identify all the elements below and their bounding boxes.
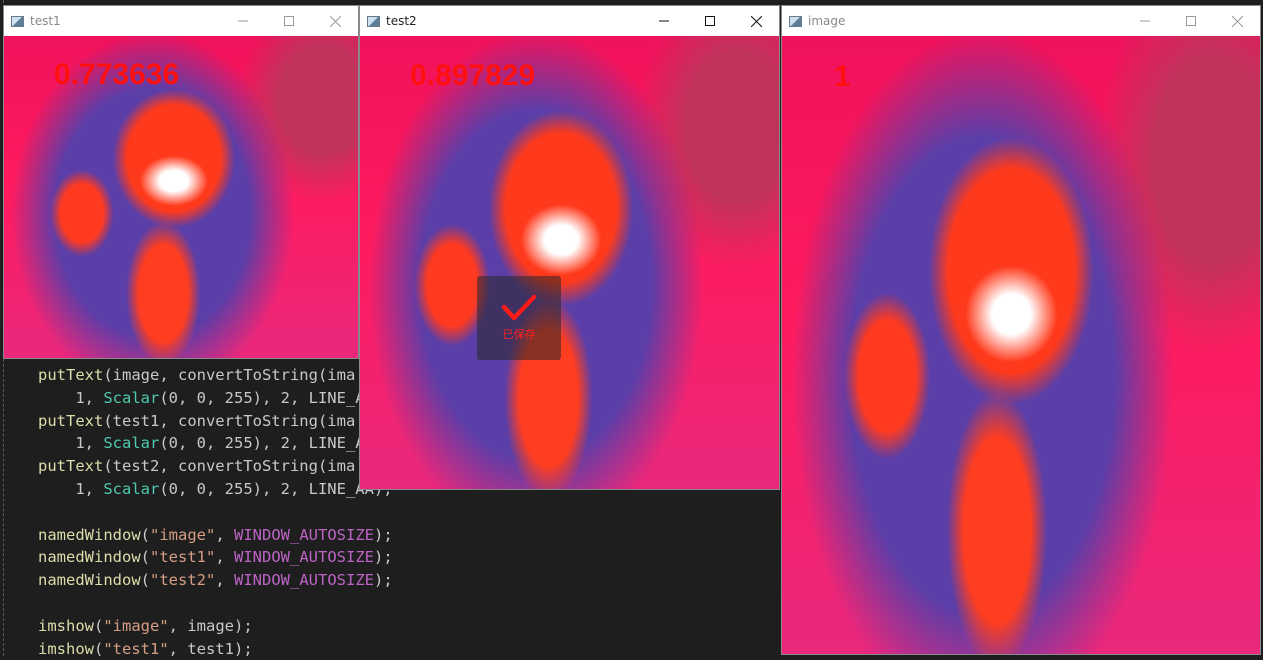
photo	[360, 36, 779, 489]
code-line[interactable]: 1, Scalar(0, 0, 255), 2, LINE_A	[38, 387, 393, 410]
code-token: ,	[215, 525, 234, 544]
code-token: (	[140, 525, 150, 544]
code-token: namedWindow	[38, 548, 141, 567]
code-line[interactable]	[38, 501, 393, 524]
window-image[interactable]: image 1	[781, 5, 1261, 655]
minimize-button[interactable]	[1122, 6, 1168, 36]
window-title: image	[808, 14, 846, 28]
close-button[interactable]	[312, 6, 358, 36]
maximize-icon	[705, 16, 715, 26]
code-token: (	[140, 571, 150, 590]
code-token: imshow	[38, 616, 94, 635]
titlebar[interactable]: image	[782, 6, 1260, 36]
code-line[interactable]: namedWindow("test2", WINDOW_AUTOSIZE);	[38, 569, 393, 592]
code-token: WINDOW_AUTOSIZE	[234, 571, 374, 590]
code-line[interactable]: putText(image, convertToString(ima	[38, 364, 393, 387]
window-title: test2	[386, 14, 417, 28]
titlebar[interactable]: test2	[360, 6, 779, 36]
window-test2[interactable]: test2 0.897829 已保存	[359, 5, 780, 490]
code-token: 1,	[38, 388, 104, 407]
code-token: "test1"	[103, 639, 169, 658]
code-token: putText	[38, 366, 104, 384]
minimize-button[interactable]	[641, 6, 687, 36]
code-token: (	[140, 548, 150, 567]
code-token: );	[373, 571, 393, 590]
code-token: putText	[38, 411, 104, 430]
titlebar[interactable]: test1	[4, 6, 358, 36]
code-token: (0, 0, 255), 2, LINE_A	[159, 388, 365, 407]
code-token: WINDOW_AUTOSIZE	[234, 525, 374, 544]
maximize-button[interactable]	[1168, 6, 1214, 36]
code-token: (0, 0, 255), 2, LINE_A	[159, 434, 365, 453]
checkmark-icon	[501, 294, 537, 321]
opencv-window-icon	[367, 15, 380, 27]
opencv-window-icon	[789, 15, 802, 27]
code-token: (	[94, 639, 104, 658]
code-token: 1,	[38, 479, 104, 498]
code-token: "test1"	[150, 548, 216, 567]
code-token: , image);	[168, 616, 253, 635]
minimize-button[interactable]	[220, 6, 266, 36]
code-token: (	[94, 616, 104, 635]
code-token: (test1, convertToString(ima	[103, 411, 356, 430]
maximize-button[interactable]	[266, 6, 312, 36]
code-token: WINDOW_AUTOSIZE	[234, 548, 374, 567]
score-text: 0.897829	[410, 59, 536, 92]
code-token: imshow	[38, 639, 94, 658]
saved-toast: 已保存	[477, 276, 561, 360]
toast-label: 已保存	[502, 328, 536, 341]
code-area[interactable]: putText(image, convertToString(ima 1, Sc…	[38, 364, 393, 660]
code-token: );	[373, 525, 393, 544]
code-line[interactable]: imshow("image", image);	[38, 615, 393, 638]
code-token: (test2, convertToString(ima	[103, 457, 356, 476]
photo	[782, 36, 1260, 654]
code-line[interactable]: putText(test1, convertToString(ima	[38, 410, 393, 433]
code-line[interactable]	[38, 592, 393, 615]
code-token: putText	[38, 457, 104, 476]
maximize-button[interactable]	[687, 6, 733, 36]
code-token: namedWindow	[38, 525, 141, 544]
image-canvas: 0.897829 已保存	[360, 36, 779, 489]
score-text: 0.773636	[54, 58, 180, 91]
code-token: Scalar	[103, 434, 160, 453]
close-button[interactable]	[733, 6, 779, 36]
minimize-icon	[1140, 20, 1150, 22]
minimize-icon	[659, 20, 669, 22]
code-line[interactable]: imshow("test1", test1);	[38, 638, 393, 660]
code-token: Scalar	[103, 479, 160, 498]
maximize-icon	[1186, 16, 1196, 26]
image-canvas: 0.773636	[4, 36, 358, 358]
code-token: );	[373, 548, 393, 567]
close-icon	[1231, 15, 1243, 27]
code-token: 1,	[38, 434, 104, 453]
code-line[interactable]: namedWindow("image", WINDOW_AUTOSIZE);	[38, 524, 393, 547]
image-canvas: 1	[782, 36, 1260, 654]
code-token: , test1);	[168, 639, 253, 658]
close-icon	[750, 15, 762, 27]
code-line[interactable]: 1, Scalar(0, 0, 255), 2, LINE_A	[38, 432, 393, 455]
minimize-icon	[238, 20, 248, 22]
code-token: Scalar	[103, 388, 160, 407]
code-token: (0, 0, 255), 2, LINE_AA);	[159, 479, 393, 498]
code-line[interactable]: 1, Scalar(0, 0, 255), 2, LINE_AA);	[38, 478, 393, 501]
maximize-icon	[284, 16, 294, 26]
window-test1[interactable]: test1 0.773636	[3, 5, 359, 359]
score-text: 1	[834, 60, 851, 93]
code-token: "image"	[150, 525, 216, 544]
code-token: ,	[215, 571, 234, 590]
opencv-window-icon	[11, 15, 24, 27]
code-token: namedWindow	[38, 571, 141, 590]
code-token: "test2"	[150, 571, 216, 590]
code-token: ,	[215, 548, 234, 567]
code-line[interactable]: namedWindow("test1", WINDOW_AUTOSIZE);	[38, 546, 393, 569]
code-token: (image, convertToString(ima	[103, 366, 356, 384]
window-title: test1	[30, 14, 61, 28]
code-line[interactable]: putText(test2, convertToString(ima	[38, 455, 393, 478]
code-token: "image"	[103, 616, 169, 635]
close-button[interactable]	[1214, 6, 1260, 36]
close-icon	[329, 15, 341, 27]
